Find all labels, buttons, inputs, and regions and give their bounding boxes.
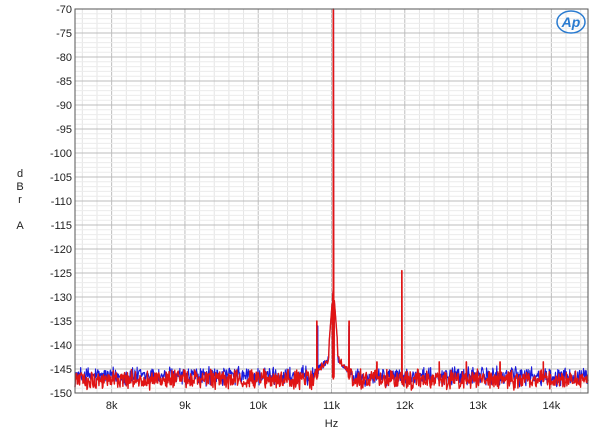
logo-text: Ap bbox=[561, 14, 581, 30]
y-tick-labels: -70 -75 -80 -85 -90 -95 -100 -105 -110 -115 -120 -1… bbox=[50, 4, 72, 400]
x-tick-label: 12k bbox=[396, 400, 414, 412]
y-tick-label: -140 bbox=[50, 340, 72, 352]
y-tick-label: -85 bbox=[56, 76, 72, 88]
y-tick-label: -70 bbox=[56, 4, 72, 16]
y-tick-label: -90 bbox=[56, 100, 72, 112]
x-tick-labels: 8k 9k 10k 11k 12k 13k 14k bbox=[106, 400, 561, 412]
y-tick-label: -100 bbox=[50, 148, 72, 160]
x-axis-label: Hz bbox=[325, 418, 338, 430]
y-tick-label: -150 bbox=[50, 388, 72, 400]
y-tick-label: -105 bbox=[50, 172, 72, 184]
y-tick-label: -130 bbox=[50, 292, 72, 304]
y-tick-label: -110 bbox=[51, 196, 72, 208]
chart: -70 -75 -80 -85 -90 -95 -100 -105 -110 -115 -120 -1… bbox=[0, 0, 600, 434]
y-axis-label: dBr A bbox=[16, 168, 24, 232]
x-tick-label: 9k bbox=[179, 400, 191, 412]
y-axis-label-char: A bbox=[16, 220, 24, 232]
chart-svg: -70 -75 -80 -85 -90 -95 -100 -105 -110 -115 -120 -1… bbox=[16, 4, 589, 430]
y-tick-label: -75 bbox=[56, 28, 72, 40]
x-tick-label: 8k bbox=[106, 400, 118, 412]
y-tick-label: -80 bbox=[56, 52, 72, 64]
y-axis-label-char: d bbox=[17, 168, 23, 180]
grid bbox=[75, 8, 588, 394]
x-tick-label: 11k bbox=[323, 400, 340, 412]
y-tick-label: -115 bbox=[51, 220, 72, 232]
y-axis-label-char: B bbox=[16, 181, 23, 193]
x-tick-label: 14k bbox=[542, 400, 560, 412]
y-tick-label: -120 bbox=[50, 244, 72, 256]
y-tick-label: -135 bbox=[50, 316, 72, 328]
y-tick-label: -95 bbox=[56, 124, 72, 136]
x-tick-label: 10k bbox=[249, 400, 267, 412]
y-axis-label-char: r bbox=[18, 194, 22, 206]
y-tick-label: -145 bbox=[50, 364, 72, 376]
x-tick-label: 13k bbox=[469, 400, 487, 412]
y-tick-label: -125 bbox=[50, 268, 72, 280]
